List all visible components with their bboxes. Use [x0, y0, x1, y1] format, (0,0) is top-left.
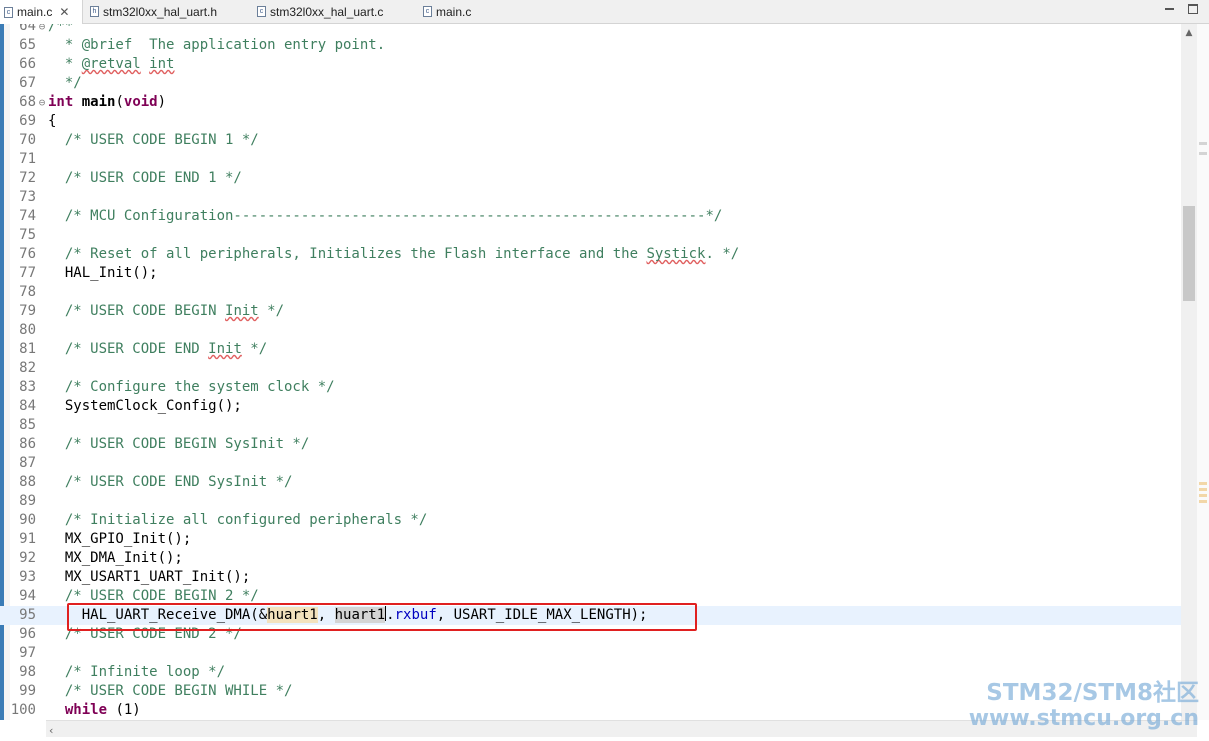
code-line: 66 * @retval int [19, 56, 175, 72]
code-line: 89 [19, 493, 36, 509]
code-line: 97 [19, 645, 36, 661]
code-line: 76 /* Reset of all peripherals, Initiali… [19, 246, 740, 262]
tab-label: stm32l0xx_hal_uart.c [270, 4, 384, 19]
overview-ruler[interactable] [1197, 24, 1209, 720]
code-line: 68 ⊖ int main(void) [19, 93, 167, 112]
code-line: 65 * @brief The application entry point. [19, 37, 386, 53]
c-file-icon: c [257, 6, 266, 17]
tab-label: stm32l0xx_hal_uart.h [103, 4, 218, 19]
highlight-box [67, 603, 697, 631]
scroll-left-icon[interactable]: ‹ [49, 724, 53, 737]
code-line: 88 /* USER CODE END SysInit */ [19, 474, 293, 490]
code-line: 82 [19, 360, 36, 376]
vertical-scrollbar[interactable]: ▲ [1181, 24, 1197, 720]
overview-mark[interactable] [1199, 482, 1207, 485]
scrollbar-thumb[interactable] [1183, 206, 1195, 301]
code-line: 73 [19, 189, 36, 205]
overview-mark[interactable] [1199, 500, 1207, 503]
code-line: 75 [19, 227, 36, 243]
code-line: 78 [19, 284, 36, 300]
overview-mark[interactable] [1199, 488, 1207, 491]
tab-main-c-2[interactable]: c main.c [423, 0, 471, 23]
fold-icon[interactable]: ⊖ [37, 93, 47, 112]
c-file-icon: c [423, 6, 432, 17]
code-line: 69{ [19, 113, 57, 129]
watermark-line-2: www.stmcu.org.cn [968, 706, 1199, 731]
tab-label: main.c [17, 5, 53, 19]
code-line: 84 SystemClock_Config(); [19, 398, 242, 414]
code-line: 80 [19, 322, 36, 338]
code-line: 67 */ [19, 75, 82, 91]
code-line: 64 ⊖/** [0, 24, 1181, 36]
watermark: STM32/STM8社区 www.stmcu.org.cn [969, 680, 1199, 732]
overview-mark[interactable] [1199, 494, 1207, 497]
code-line: 74 /* MCU Configuration-----------------… [19, 208, 723, 224]
close-icon[interactable]: ✕ [59, 5, 69, 19]
overview-mark[interactable] [1199, 142, 1207, 145]
code-line: 86 /* USER CODE BEGIN SysInit */ [19, 436, 310, 452]
code-line: 90 /* Initialize all configured peripher… [19, 512, 428, 528]
scroll-up-icon[interactable]: ▲ [1184, 28, 1194, 38]
code-line: 83 /* Configure the system clock */ [19, 379, 335, 395]
code-line: 85 [19, 417, 36, 433]
code-line: 92 MX_DMA_Init(); [19, 550, 183, 566]
minimize-icon[interactable] [1163, 2, 1177, 16]
code-line: 91 MX_GPIO_Init(); [19, 531, 192, 547]
tab-main-c[interactable]: c main.c ✕ [0, 0, 83, 24]
code-line: 87 [19, 455, 36, 471]
tab-stm32l0xx-hal-uart-h[interactable]: h stm32l0xx_hal_uart.h [90, 0, 217, 23]
h-file-icon: h [90, 6, 99, 17]
maximize-icon[interactable] [1186, 2, 1200, 16]
code-line: 70 /* USER CODE BEGIN 1 */ [19, 132, 259, 148]
overview-mark[interactable] [1199, 152, 1207, 155]
editor-tab-bar: c main.c ✕ h stm32l0xx_hal_uart.h c stm3… [0, 0, 1209, 24]
fold-icon[interactable]: ⊖ [37, 24, 47, 36]
code-line: 79 /* USER CODE BEGIN Init */ [19, 303, 285, 319]
tab-label: main.c [436, 4, 472, 19]
code-line: 72 /* USER CODE END 1 */ [19, 170, 242, 186]
code-line: 93 MX_USART1_UART_Init(); [19, 569, 251, 585]
code-line: 81 /* USER CODE END Init */ [19, 341, 268, 357]
code-line: 71 [19, 151, 36, 167]
code-line: 77 HAL_Init(); [19, 265, 158, 281]
watermark-line-1: STM32/STM8社区 [986, 680, 1199, 706]
c-file-icon: c [4, 6, 13, 18]
tab-stm32l0xx-hal-uart-c[interactable]: c stm32l0xx_hal_uart.c [257, 0, 383, 23]
